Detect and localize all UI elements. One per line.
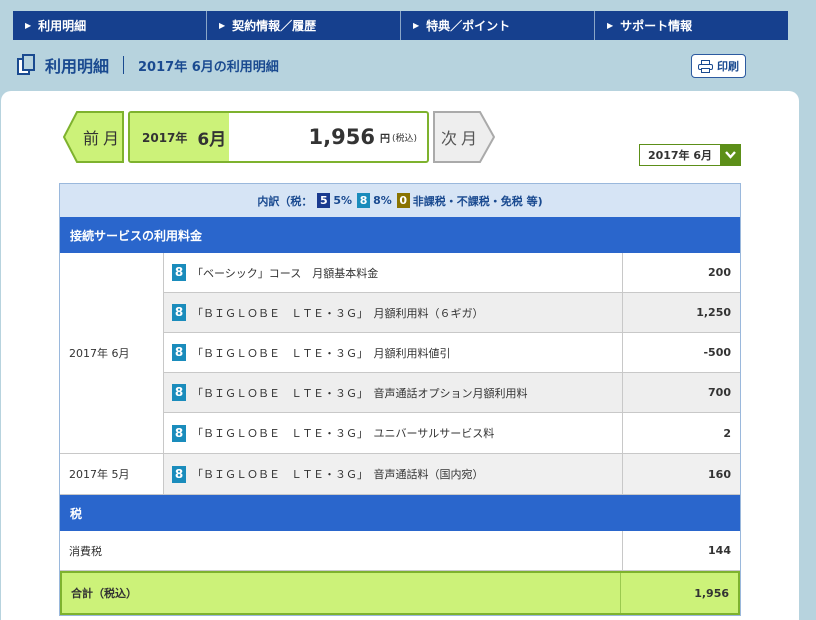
item-description: 「ＢＩＧＬＯＢＥ ＬＴＥ・３Ｇ」 月額利用料値引 [192, 346, 451, 360]
prev-month-label: 前月 [83, 129, 124, 148]
tax-amount: 144 [708, 544, 731, 557]
nav-item-label: 特典／ポイント [426, 19, 511, 33]
legend-prefix: 内訳（税： [257, 194, 313, 208]
legend-text-8: 8% [373, 194, 392, 207]
billing-month: 2017年 6月 [130, 113, 229, 161]
tax-badge: 8 [172, 344, 186, 361]
triangle-right-icon: ▶ [607, 21, 614, 30]
nav-item-label: 契約情報／履歴 [232, 19, 317, 33]
item-amount: 700 [708, 386, 731, 399]
item-amount: 1,250 [696, 306, 731, 319]
nav-item-label: サポート情報 [620, 19, 693, 33]
consumption-tax-row: 消費税 144 [60, 531, 740, 571]
bill-table: 内訳（税： 5 5% 8 8% 0 非課税・不課税・免税 等) 接続サービスの利… [59, 183, 741, 616]
item-description: 「ベーシック」コース 月額基本料金 [192, 266, 379, 280]
legend-text-0: 非課税・不課税・免税 等) [412, 194, 543, 208]
amount-unit: 円 [379, 133, 390, 145]
divider [123, 56, 125, 74]
tax-badge-0: 0 [396, 193, 410, 208]
item-description: 「ＢＩＧＬＯＢＥ ＬＴＥ・３Ｇ」 ユニバーサルサービス料 [192, 427, 495, 440]
triangle-right-icon: ▶ [413, 21, 420, 30]
tax-badge: 8 [172, 465, 186, 483]
tax-badge-8: 8 [357, 193, 371, 208]
billing-year: 2017年 [142, 130, 188, 145]
total-row: 合計（税込） 1,956 [60, 571, 740, 615]
nav-item-contract[interactable]: ▶ 契約情報／履歴 [207, 11, 401, 40]
triangle-right-icon: ▶ [25, 21, 32, 30]
total-amount: 1,956 [694, 586, 729, 600]
page-subtitle: 2017年 6月の利用明細 [138, 59, 279, 75]
table-row: 8 「ＢＩＧＬＯＢＥ ＬＴＥ・３Ｇ」 月額利用料（６ギガ） 1,250 [164, 293, 740, 333]
item-amount: 200 [708, 266, 731, 279]
page-title: 利用明細 [45, 57, 110, 76]
next-month-label: 次月 [441, 129, 482, 148]
nav-item-usage[interactable]: ▶ 利用明細 [13, 11, 207, 40]
amount-tax-note: (税込) [391, 133, 417, 144]
table-row: 8 「ベーシック」コース 月額基本料金 200 [164, 253, 740, 293]
top-nav: ▶ 利用明細 ▶ 契約情報／履歴 ▶ 特典／ポイント ▶ サポート情報 [13, 11, 788, 40]
next-month-button[interactable]: 次月 [433, 111, 495, 163]
nav-item-points[interactable]: ▶ 特典／ポイント [401, 11, 595, 40]
monthly-total-box: 2017年 6月 1,956 円 (税込) [128, 111, 429, 163]
tax-badge: 8 [172, 424, 186, 442]
section-header-service: 接続サービスの利用料金 [60, 217, 740, 253]
amount-display: 1,956 円 (税込) [229, 113, 427, 161]
nav-item-support[interactable]: ▶ サポート情報 [595, 11, 788, 40]
table-row: 8 「ＢＩＧＬＯＢＥ ＬＴＥ・３Ｇ」 音声通話オプション月額利用料 700 [164, 373, 740, 413]
item-amount: 2 [723, 426, 731, 440]
total-label: 合計（税込） [62, 573, 621, 613]
billing-month-value: 6月 [197, 129, 227, 150]
chevron-down-icon [720, 145, 740, 165]
group-period: 2017年 6月 [60, 253, 164, 453]
document-icon [17, 54, 37, 76]
table-row: 8 「ＢＩＧＬＯＢＥ ＬＴＥ・３Ｇ」 ユニバーサルサービス料 2 [164, 413, 740, 453]
table-row: 8 「ＢＩＧＬＯＢＥ ＬＴＥ・３Ｇ」 月額利用料値引 -500 [164, 333, 740, 373]
prev-month-button[interactable]: 前月 [63, 111, 124, 163]
page-header: 利用明細 2017年 6月の利用明細 [17, 52, 279, 78]
item-description: 「ＢＩＧＬＯＢＥ ＬＴＥ・３Ｇ」 音声通話料（国内宛） [192, 468, 484, 481]
amount-value: 1,956 [308, 125, 375, 149]
group-period: 2017年 5月 [60, 454, 164, 494]
month-select-value: 2017年 6月 [647, 149, 713, 162]
tax-label: 消費税 [60, 531, 623, 570]
month-select[interactable]: 2017年 6月 [639, 144, 741, 166]
table-row: 8 「ＢＩＧＬＯＢＥ ＬＴＥ・３Ｇ」 音声通話料（国内宛） 160 [164, 454, 740, 494]
item-description: 「ＢＩＧＬＯＢＥ ＬＴＥ・３Ｇ」 音声通話オプション月額利用料 [192, 386, 528, 400]
printer-icon [698, 59, 713, 73]
tax-badge: 8 [172, 384, 186, 401]
print-label: 印刷 [717, 60, 739, 73]
tax-badge: 8 [172, 304, 186, 321]
billing-group: 2017年 6月 8 「ベーシック」コース 月額基本料金 200 8 「ＢＩＧＬＯＢ… [60, 253, 740, 454]
tax-legend: 内訳（税： 5 5% 8 8% 0 非課税・不課税・免税 等) [60, 184, 740, 217]
section-header-tax: 税 [60, 495, 740, 531]
triangle-right-icon: ▶ [219, 21, 226, 30]
item-description: 「ＢＩＧＬＯＢＥ ＬＴＥ・３Ｇ」 月額利用料（６ギガ） [192, 306, 484, 320]
tax-badge: 8 [172, 264, 186, 281]
item-amount: -500 [703, 346, 731, 359]
nav-item-label: 利用明細 [38, 19, 87, 33]
print-button[interactable]: 印刷 [691, 54, 746, 78]
legend-text-5: 5% [333, 194, 353, 207]
item-amount: 160 [708, 467, 731, 481]
billing-group: 2017年 5月 8 「ＢＩＧＬＯＢＥ ＬＴＥ・３Ｇ」 音声通話料（国内宛） 16… [60, 454, 740, 495]
tax-badge-5: 5 [317, 193, 331, 208]
